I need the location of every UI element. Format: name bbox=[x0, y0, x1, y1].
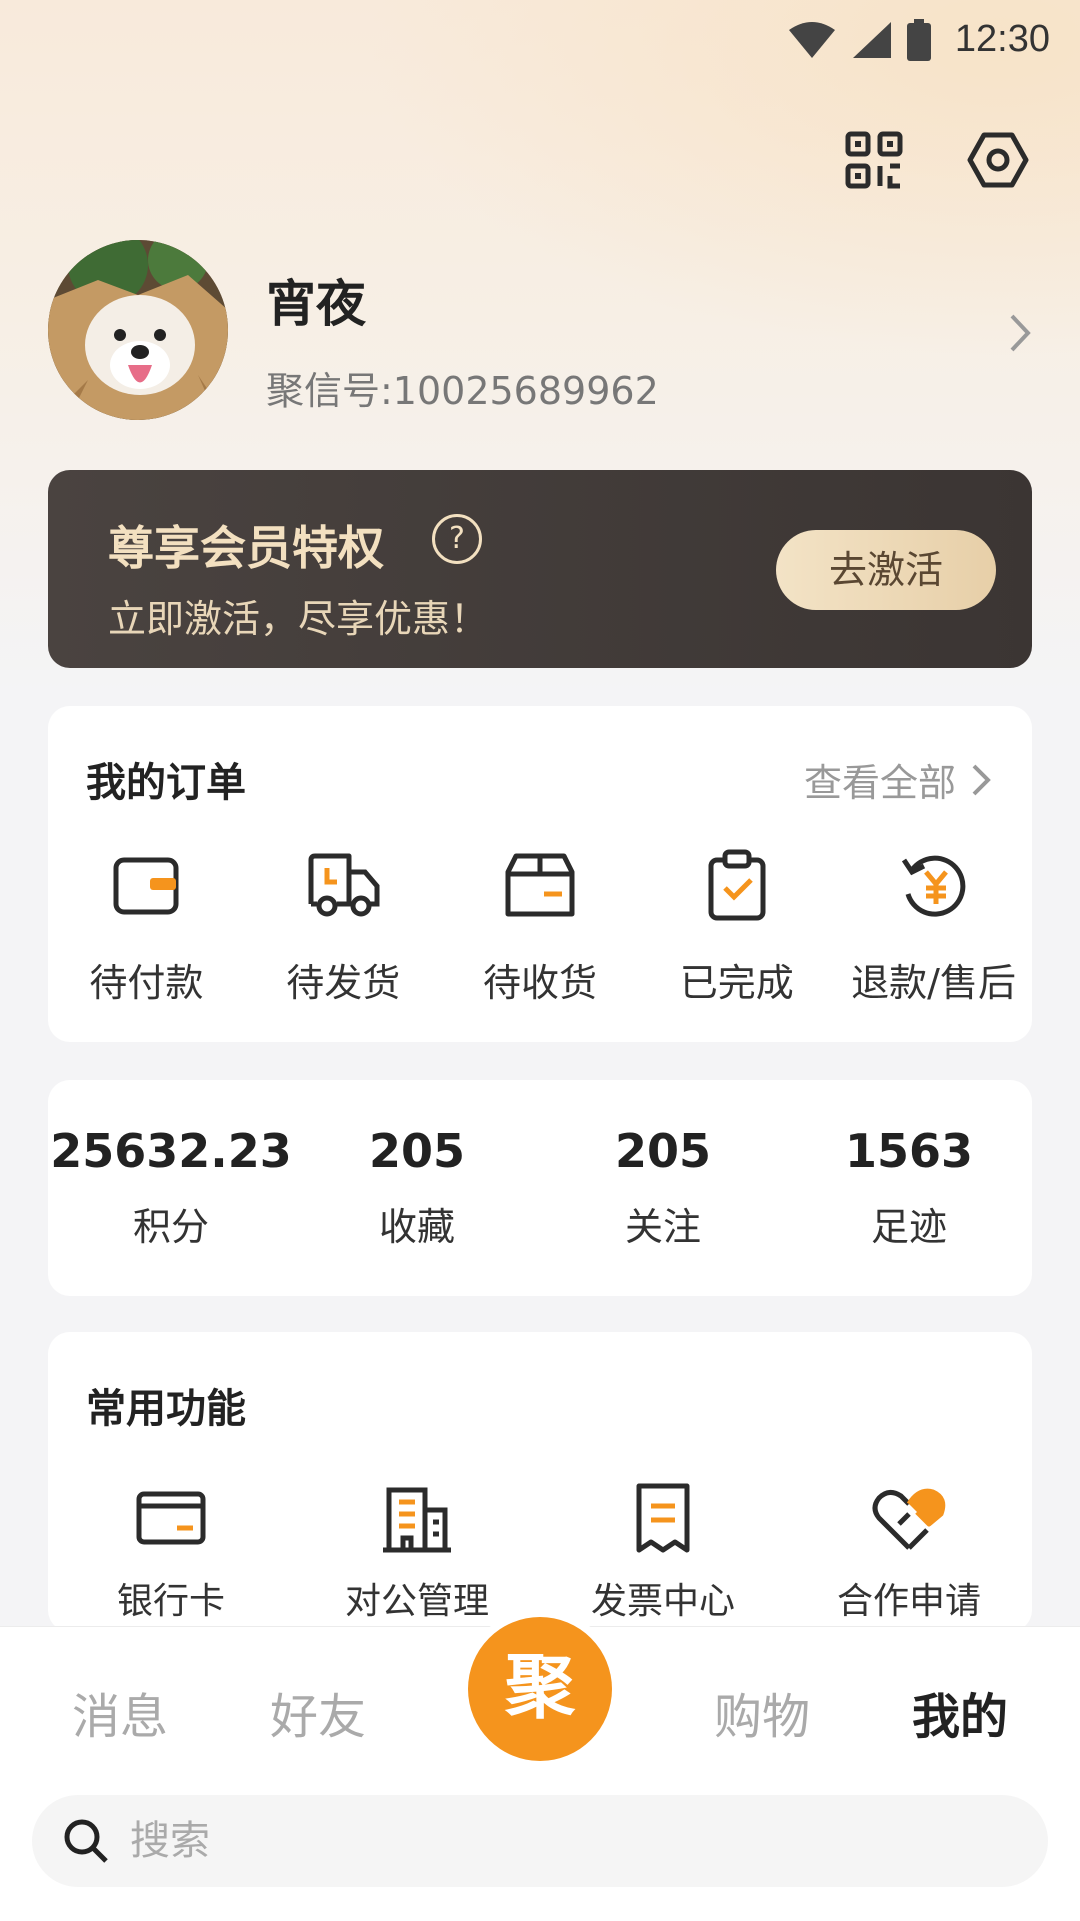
order-label: 已完成 bbox=[679, 961, 794, 1005]
functions-grid: 银行卡 对公管理 发票中心 合作申请 bbox=[48, 1478, 1032, 1624]
view-all-label: 查看全部 bbox=[803, 761, 956, 805]
order-label: 待发货 bbox=[286, 961, 401, 1005]
stat-value: 205 bbox=[614, 1124, 712, 1178]
search-input[interactable] bbox=[128, 1817, 1012, 1865]
search-bar[interactable] bbox=[32, 1795, 1048, 1887]
order-item-completed[interactable]: 已完成 bbox=[638, 846, 835, 1007]
profile-name: 宵夜 bbox=[266, 275, 366, 333]
clipboard-check-icon bbox=[708, 849, 766, 921]
bottom-nav: 消息 好友 聚 购物 我的 bbox=[0, 1617, 1080, 1921]
order-label: 待付款 bbox=[89, 961, 204, 1005]
wifi-icon bbox=[788, 21, 835, 58]
stat-favorites[interactable]: 205 收藏 bbox=[294, 1124, 540, 1251]
header-actions bbox=[842, 128, 1030, 192]
nav-tab-shopping[interactable]: 购物 bbox=[714, 1677, 810, 1747]
order-item-refund[interactable]: 退款/售后 bbox=[835, 846, 1032, 1007]
cellular-signal-icon bbox=[852, 21, 891, 58]
chevron-right-icon bbox=[972, 764, 991, 795]
nav-tab-mine[interactable]: 我的 bbox=[912, 1677, 1008, 1747]
battery-icon bbox=[906, 18, 931, 61]
view-all-orders-link[interactable]: 查看全部 bbox=[804, 752, 992, 807]
vip-subtitle: 立即激活，尽享优惠！ bbox=[108, 597, 489, 641]
nav-tab-messages[interactable]: 消息 bbox=[72, 1677, 168, 1747]
status-time: 12:30 bbox=[954, 18, 1050, 60]
function-corporate[interactable]: 对公管理 bbox=[294, 1478, 540, 1624]
stat-label: 收藏 bbox=[378, 1205, 455, 1249]
function-cooperation[interactable]: 合作申请 bbox=[786, 1478, 1032, 1624]
stat-following[interactable]: 205 关注 bbox=[540, 1124, 786, 1251]
avatar-dog-image bbox=[48, 240, 228, 420]
activate-button[interactable]: 去激活 bbox=[776, 530, 996, 610]
status-bar: 12:30 bbox=[0, 0, 1080, 80]
function-label: 发票中心 bbox=[590, 1581, 735, 1622]
stat-value: 1563 bbox=[844, 1124, 974, 1178]
function-invoice[interactable]: 发票中心 bbox=[540, 1478, 786, 1624]
orders-card: 我的订单 查看全部 待付款 待发货 待收货 已完成 退款/售后 bbox=[48, 706, 1032, 1042]
avatar[interactable] bbox=[48, 240, 228, 420]
qr-code-icon bbox=[845, 131, 903, 189]
stat-label: 足迹 bbox=[870, 1205, 947, 1249]
nav-center-button[interactable]: 聚 bbox=[468, 1617, 612, 1761]
refund-yuan-icon bbox=[901, 855, 965, 917]
stat-label: 积分 bbox=[132, 1205, 209, 1249]
vip-title: 尊享会员特权 bbox=[108, 521, 384, 575]
settings-hexagon-icon bbox=[967, 132, 1029, 188]
stat-value: 205 bbox=[368, 1124, 466, 1178]
function-label: 对公管理 bbox=[344, 1581, 489, 1622]
box-icon bbox=[505, 853, 575, 917]
stat-label: 关注 bbox=[624, 1205, 701, 1249]
order-label: 待收货 bbox=[482, 961, 597, 1005]
stat-value: 25632.23 bbox=[50, 1124, 292, 1178]
qr-code-button[interactable] bbox=[842, 128, 906, 192]
order-item-pending-payment[interactable]: 待付款 bbox=[48, 846, 245, 1007]
nav-tab-friends[interactable]: 好友 bbox=[270, 1677, 366, 1747]
chevron-right-icon[interactable] bbox=[1000, 308, 1040, 358]
function-label: 银行卡 bbox=[116, 1581, 225, 1622]
status-icons: 12:30 bbox=[787, 18, 1050, 61]
vip-card[interactable]: 尊享会员特权 ? 立即激活，尽享优惠！ 去激活 bbox=[48, 470, 1032, 668]
building-icon bbox=[383, 1487, 451, 1553]
handshake-heart-icon bbox=[872, 1488, 946, 1550]
profile-section[interactable]: 宵夜 聚信号:10025689962 bbox=[48, 240, 1040, 425]
stat-points[interactable]: 25632.23 积分 bbox=[48, 1124, 294, 1251]
settings-button[interactable] bbox=[966, 128, 1030, 192]
functions-card: 常用功能 银行卡 对公管理 发票中心 合作申请 bbox=[48, 1332, 1032, 1632]
function-bank-card[interactable]: 银行卡 bbox=[48, 1478, 294, 1624]
order-label: 退款/售后 bbox=[851, 961, 1016, 1005]
orders-title: 我的订单 bbox=[86, 760, 246, 806]
function-label: 合作申请 bbox=[836, 1581, 981, 1622]
order-item-to-receive[interactable]: 待收货 bbox=[442, 846, 639, 1007]
profile-id: 聚信号:10025689962 bbox=[266, 369, 659, 413]
stats-grid: 25632.23 积分 205 收藏 205 关注 1563 足迹 bbox=[48, 1124, 1032, 1251]
help-icon[interactable]: ? bbox=[432, 514, 482, 564]
bank-card-icon bbox=[136, 1491, 206, 1545]
order-status-grid: 待付款 待发货 待收货 已完成 退款/售后 bbox=[48, 846, 1032, 1007]
truck-icon bbox=[308, 853, 380, 917]
order-item-to-ship[interactable]: 待发货 bbox=[245, 846, 442, 1007]
search-icon bbox=[64, 1819, 108, 1863]
stats-card: 25632.23 积分 205 收藏 205 关注 1563 足迹 bbox=[48, 1080, 1032, 1296]
stat-history[interactable]: 1563 足迹 bbox=[786, 1124, 1032, 1251]
functions-title: 常用功能 bbox=[86, 1386, 246, 1432]
wallet-icon bbox=[113, 857, 179, 915]
invoice-icon bbox=[636, 1483, 690, 1553]
